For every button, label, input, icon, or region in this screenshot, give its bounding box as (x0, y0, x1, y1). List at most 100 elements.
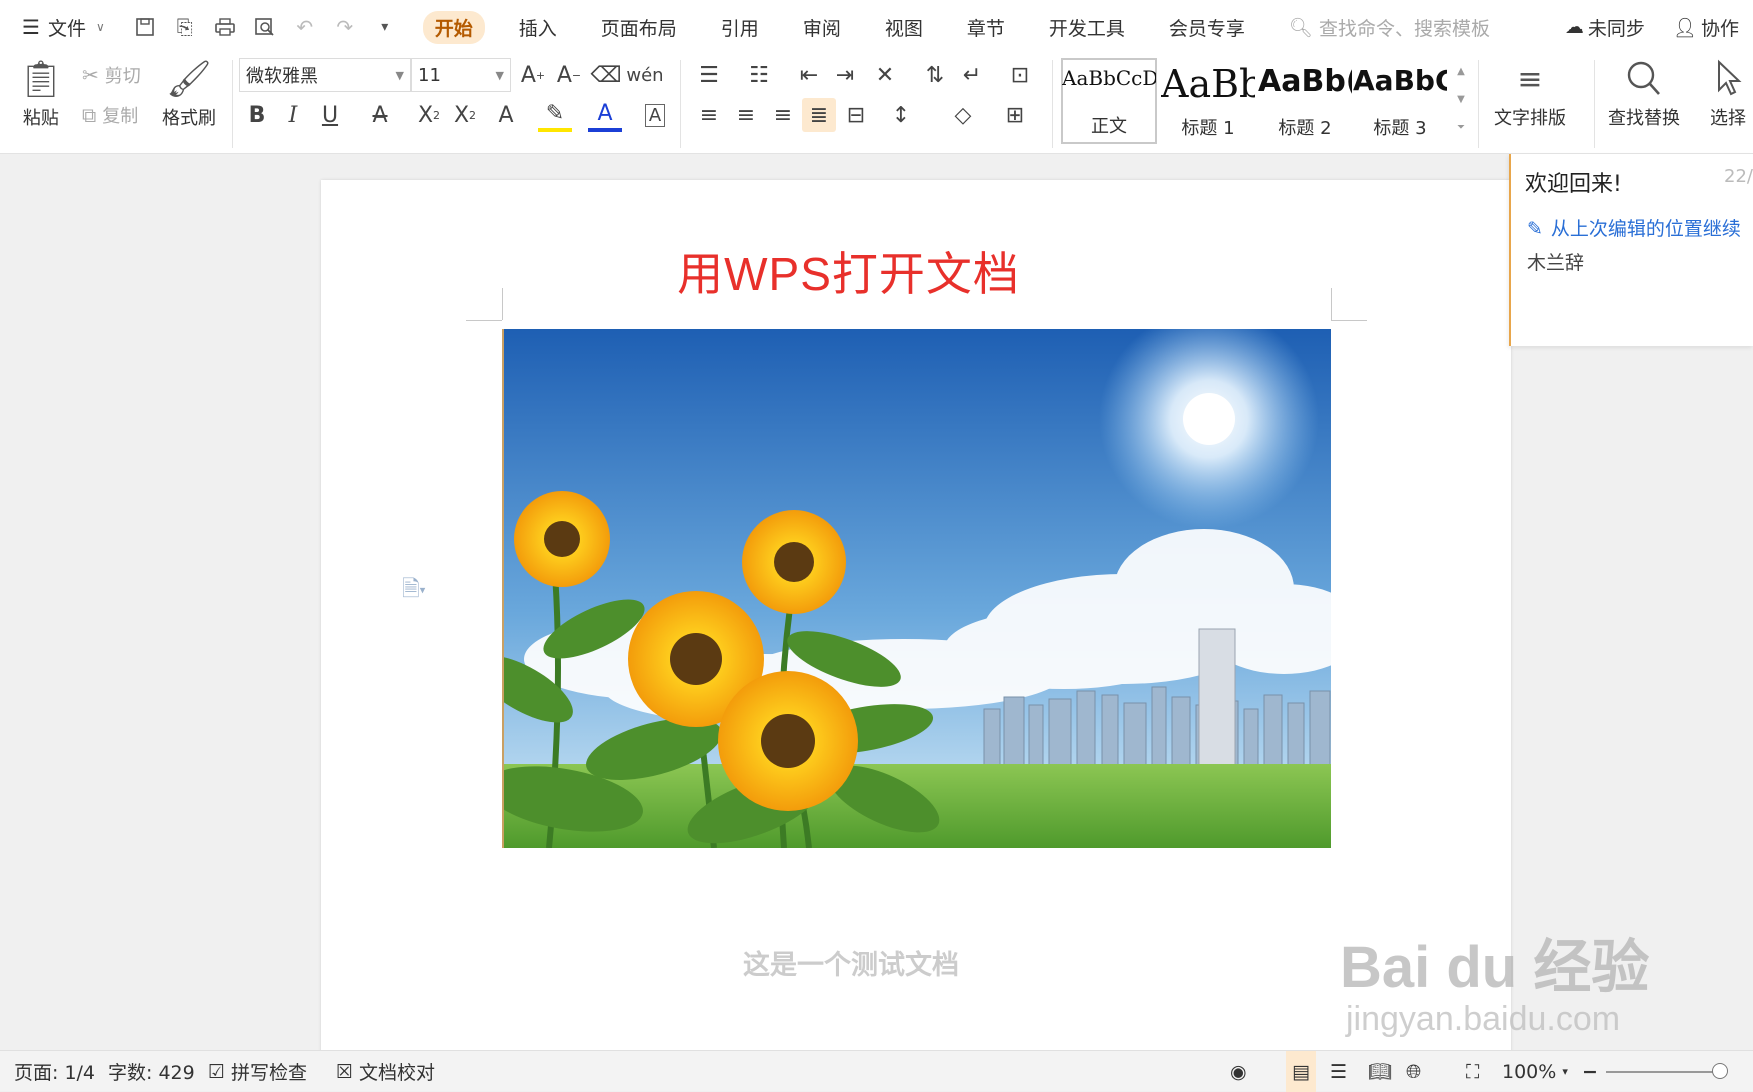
find-replace-button[interactable]: 查找替换 (1608, 58, 1680, 130)
char-border-icon[interactable]: A (638, 98, 672, 132)
tab-insert[interactable]: 插入 (497, 0, 579, 54)
sunflower-city-image[interactable] (502, 329, 1331, 848)
increase-indent-icon[interactable]: ⇥ (828, 58, 862, 92)
underline-icon[interactable]: U (313, 98, 347, 132)
document-title[interactable]: 用WPS打开文档 (321, 238, 1376, 304)
web-view-icon[interactable]: 🌐︎ (1406, 1051, 1421, 1092)
phonetic-guide-icon[interactable]: wén (626, 58, 663, 92)
bullet-list-icon[interactable]: ☰ (692, 58, 726, 92)
page-indicator[interactable]: 页面: 1/4 (14, 1051, 95, 1092)
reading-view-icon[interactable]: 📖︎ (1368, 1051, 1392, 1092)
strikethrough-icon[interactable]: A (363, 98, 397, 132)
document-page[interactable]: 用WPS打开文档 🗎︎▾ 这是一个测试文档 (321, 180, 1511, 1050)
superscript-icon[interactable]: X2 (412, 98, 446, 132)
tab-home[interactable]: 开始 (405, 0, 497, 54)
style-label: 标题 1 (1181, 118, 1235, 139)
zoom-slider[interactable] (1606, 1051, 1728, 1092)
copy-label: 复制 (102, 106, 139, 127)
grow-font-icon[interactable]: A + (516, 58, 550, 92)
style-heading-3[interactable]: AaBbC 标题 3 (1352, 58, 1448, 144)
decrease-indent-icon[interactable]: ⇤ (792, 58, 826, 92)
print-icon[interactable] (205, 0, 245, 54)
spell-check-button[interactable]: ☑ 拼写检查 (208, 1051, 307, 1092)
borders-icon[interactable]: ⊞ (998, 98, 1032, 132)
format-painter-button[interactable]: 🖌︎ 格式刷 (162, 58, 216, 130)
magnifier-icon (1625, 58, 1663, 104)
proofread-button[interactable]: ☒ 文档校对 (336, 1051, 435, 1092)
print-preview-icon[interactable] (245, 0, 285, 54)
chevron-down-icon: ▼ (495, 68, 504, 82)
undo-icon[interactable]: ↶ (285, 0, 325, 54)
spell-check-label: 拼写检查 (231, 1062, 308, 1084)
tab-chapter[interactable]: 章节 (945, 0, 1027, 54)
styles-more-icon[interactable]: ⏷ (1450, 114, 1472, 140)
styles-scroll-down-icon[interactable]: ▼ (1450, 86, 1472, 112)
tab-review[interactable]: 审阅 (781, 0, 863, 54)
eye-protection-icon[interactable]: ◉ (1230, 1051, 1247, 1092)
style-heading-2[interactable]: AaBb( 标题 2 (1257, 58, 1353, 144)
align-left-icon[interactable]: ≡ (692, 98, 726, 132)
select-button[interactable]: 选择 (1710, 58, 1746, 130)
ribbon-home: 📋︎ 粘贴 ✂ 剪切 ⧉ 复制 🖌︎ 格式刷 微软雅黑 ▼ 11 ▼ A + A − ⌫… (0, 54, 1753, 154)
copy-button[interactable]: ⧉ 复制 (82, 102, 138, 128)
document-icon[interactable]: 🗎︎▾ (402, 572, 425, 610)
italic-icon[interactable]: I (276, 98, 310, 132)
shrink-font-icon[interactable]: A − (552, 58, 586, 92)
collab-label: 协作 (1700, 17, 1739, 40)
style-heading-1[interactable]: AaBb 标题 1 (1160, 58, 1256, 144)
tab-developer[interactable]: 开发工具 (1027, 0, 1147, 54)
show-marks-icon[interactable]: ↵ (955, 58, 989, 92)
redo-icon[interactable]: ↷ (325, 0, 365, 54)
tab-page-layout[interactable]: 页面布局 (579, 0, 699, 54)
sort-icon[interactable]: ⇅ (918, 58, 952, 92)
document-canvas[interactable]: 用WPS打开文档 🗎︎▾ 这是一个测试文档 (0, 154, 1753, 1050)
numbered-list-icon[interactable]: ☷ (742, 58, 776, 92)
shading-icon[interactable]: ◇ (946, 98, 980, 132)
style-preview: AaBbCcDd (1062, 66, 1156, 90)
align-center-icon[interactable]: ≡ (729, 98, 763, 132)
outline-view-icon[interactable]: ☰ (1330, 1051, 1347, 1092)
clear-format-icon[interactable]: ⌫ (589, 58, 623, 92)
tab-view[interactable]: 视图 (863, 0, 945, 54)
text-effect-icon[interactable]: A (489, 98, 523, 132)
save-icon[interactable] (125, 0, 165, 54)
font-size-select[interactable]: 11 ▼ (411, 58, 511, 92)
subscript-icon[interactable]: X2 (448, 98, 482, 132)
document-body-text[interactable]: 这是一个测试文档 (321, 943, 1381, 982)
font-name-select[interactable]: 微软雅黑 ▼ (239, 58, 411, 92)
fit-page-icon[interactable]: ⛶ (1466, 1051, 1479, 1092)
sync-button[interactable]: ☁ 未同步 (1551, 0, 1659, 54)
paste-button[interactable]: 📋︎ 粘贴 (18, 58, 64, 130)
cut-button[interactable]: ✂ 剪切 (82, 62, 141, 88)
zoom-level[interactable]: 100% ▾ (1502, 1051, 1568, 1092)
sync-label: 未同步 (1587, 17, 1645, 40)
zoom-slider-thumb[interactable] (1712, 1062, 1728, 1079)
text-layout-label: 文字排版 (1494, 108, 1566, 129)
continue-editing-link[interactable]: ✎ 从上次编辑的位置继续 (1527, 214, 1741, 241)
font-color-icon[interactable]: A (588, 98, 622, 132)
bold-icon[interactable]: B (240, 98, 274, 132)
text-layout-button[interactable]: ≡ 文字排版 (1494, 58, 1566, 130)
chinese-layout-icon[interactable]: ✕ (868, 58, 902, 92)
line-spacing-icon[interactable]: ↕ (884, 98, 918, 132)
tab-member[interactable]: 会员专享 (1147, 0, 1267, 54)
proofread-label: 文档校对 (359, 1062, 436, 1084)
style-normal[interactable]: AaBbCcDd 正文 (1061, 58, 1157, 144)
table-layout-icon[interactable]: ⊡ (1003, 58, 1037, 92)
zoom-out-icon[interactable]: − (1582, 1051, 1598, 1092)
export-icon[interactable]: ⎘ (165, 0, 205, 54)
tab-references[interactable]: 引用 (699, 0, 781, 54)
crop-mark (1331, 288, 1332, 320)
highlight-icon[interactable]: ✎ (538, 98, 572, 132)
page-view-icon[interactable]: ▤ (1286, 1051, 1316, 1092)
quick-access-more-icon[interactable]: ▾ (365, 0, 405, 54)
align-right-icon[interactable]: ≡ (766, 98, 800, 132)
recent-file-name[interactable]: 木兰辞 (1527, 248, 1584, 275)
distribute-icon[interactable]: ⊟ (839, 98, 873, 132)
welcome-heading: 欢迎回来! (1525, 172, 1622, 197)
styles-scroll-up-icon[interactable]: ▲ (1450, 58, 1472, 84)
word-count[interactable]: 字数: 429 (108, 1051, 195, 1092)
collab-button[interactable]: 👤︎ 协作 (1659, 0, 1753, 54)
file-menu[interactable]: ☰ 文件 ∨ (0, 0, 115, 54)
justify-icon[interactable]: ≣ (802, 98, 836, 132)
